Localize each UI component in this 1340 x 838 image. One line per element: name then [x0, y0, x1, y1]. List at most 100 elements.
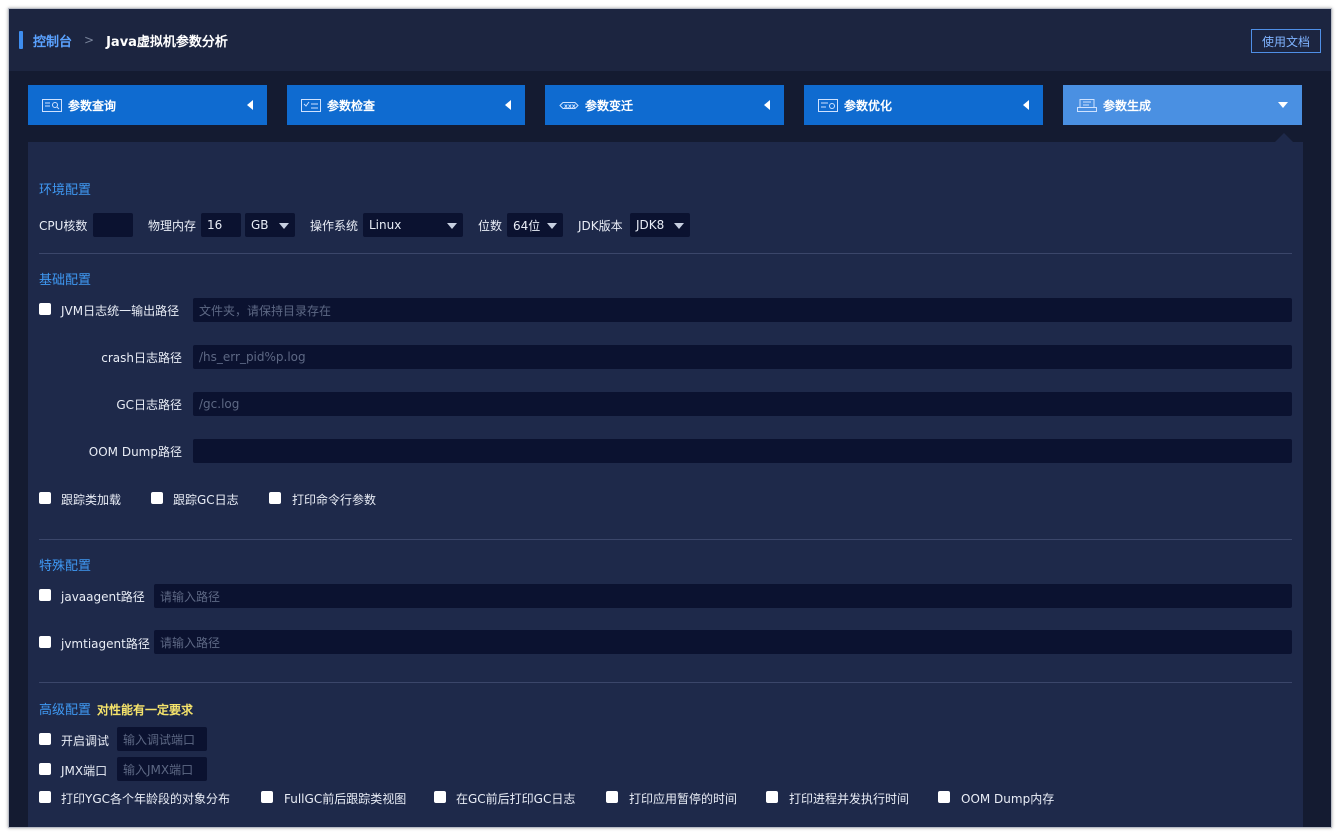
jdk-value: JDK8	[636, 218, 665, 232]
javaagent-label: javaagent路径	[61, 590, 145, 604]
section-title-advanced: 高级配置 对性能有一定要求	[39, 699, 193, 718]
page-title: Java虚拟机参数分析	[106, 34, 228, 50]
jvm-log-path-input[interactable]: 文件夹，请保持目录存在	[193, 298, 1292, 322]
tab-label: 参数优化	[844, 98, 893, 113]
cpu-cores-label: CPU核数	[39, 219, 88, 233]
memory-input[interactable]: 16	[201, 213, 241, 237]
chevron-left-icon	[247, 100, 253, 110]
debug-checkbox[interactable]	[39, 733, 51, 745]
optimize-icon	[818, 98, 838, 112]
oom-dump-path-input[interactable]	[193, 439, 1292, 463]
memory-label: 物理内存	[148, 219, 197, 233]
print-cmdline-label: 打印命令行参数	[292, 493, 377, 507]
divider	[39, 682, 1292, 683]
header-accent-bar	[19, 31, 23, 49]
jmx-port-placeholder: 输入JMX端口	[123, 762, 194, 777]
jmx-checkbox[interactable]	[39, 763, 51, 775]
print-cmdline-checkbox[interactable]	[269, 492, 281, 504]
caret-down-icon	[674, 223, 684, 229]
gc-log-placeholder: /gc.log	[199, 397, 240, 411]
chevron-down-icon	[1278, 102, 1288, 108]
docs-button[interactable]: 使用文档	[1251, 29, 1321, 53]
trace-class-loading-checkbox[interactable]	[39, 492, 51, 504]
debug-port-input[interactable]: 输入调试端口	[117, 727, 207, 751]
jvm-log-placeholder: 文件夹，请保持目录存在	[199, 303, 332, 318]
fullgc-class-histogram-label: FullGC前后跟踪类视图	[284, 792, 407, 806]
tab-param-optimize[interactable]: 参数优化	[804, 85, 1043, 125]
svg-text:xxx: xxx	[564, 103, 576, 110]
debug-port-placeholder: 输入调试端口	[123, 732, 196, 747]
section-title-env: 环境配置	[39, 183, 92, 198]
ygc-age-distribution-checkbox[interactable]	[39, 791, 51, 803]
chevron-left-icon	[1023, 100, 1029, 110]
function-tabs: 参数查询 参数检查 xxx 参数变迁 参数优化 参数生成	[28, 85, 1303, 125]
caret-down-icon	[279, 223, 289, 229]
javaagent-placeholder: 请输入路径	[160, 589, 221, 604]
os-label: 操作系统	[310, 219, 359, 233]
jdk-label: JDK版本	[578, 219, 623, 233]
tab-param-check[interactable]: 参数检查	[287, 85, 525, 125]
oom-dump-label: OOM Dump路径	[88, 445, 182, 459]
transition-icon: xxx	[559, 99, 579, 112]
cpu-cores-input[interactable]	[93, 213, 133, 237]
jdk-select[interactable]: JDK8	[630, 213, 690, 237]
trace-class-loading-label: 跟踪类加载	[61, 493, 122, 507]
tab-label: 参数生成	[1103, 98, 1152, 113]
print-app-stopped-time-checkbox[interactable]	[606, 791, 618, 803]
divider	[39, 253, 1292, 254]
tab-label: 参数变迁	[585, 98, 634, 113]
debug-label: 开启调试	[61, 734, 110, 748]
bits-select[interactable]: 64位	[507, 213, 563, 237]
search-doc-icon	[42, 98, 62, 112]
divider	[39, 539, 1292, 540]
advanced-note: 对性能有一定要求	[97, 703, 194, 717]
oom-dump-memory-checkbox[interactable]	[938, 791, 950, 803]
trace-gc-log-checkbox[interactable]	[151, 492, 163, 504]
tab-label: 参数检查	[327, 98, 376, 113]
jvm-log-checkbox[interactable]	[39, 303, 51, 315]
oom-dump-memory-label: OOM Dump内存	[961, 792, 1055, 806]
gc-log-path-input[interactable]: /gc.log	[193, 392, 1292, 416]
javaagent-path-input[interactable]: 请输入路径	[154, 584, 1292, 608]
app-window: 控制台 > Java虚拟机参数分析 使用文档 参数查询 参数检查 xxx 参数变…	[8, 8, 1332, 828]
memory-unit-value: GB	[251, 218, 269, 232]
jvmtiagent-path-input[interactable]: 请输入路径	[154, 630, 1292, 654]
bits-label: 位数	[478, 219, 503, 233]
header-bar: 控制台 > Java虚拟机参数分析 使用文档	[9, 9, 1331, 71]
print-concurrent-time-label: 打印进程并发执行时间	[789, 792, 910, 806]
print-app-stopped-time-label: 打印应用暂停的时间	[629, 792, 738, 806]
active-tab-pointer	[1275, 133, 1293, 142]
tab-param-query[interactable]: 参数查询	[28, 85, 267, 125]
breadcrumb-root-link[interactable]: 控制台	[33, 31, 72, 50]
jmx-label: JMX端口	[61, 764, 108, 778]
jvmtiagent-label: jvmtiagent路径	[61, 637, 150, 651]
trace-gc-log-label: 跟踪GC日志	[173, 493, 239, 507]
caret-down-icon	[447, 223, 457, 229]
jvmtiagent-placeholder: 请输入路径	[160, 635, 221, 650]
javaagent-checkbox[interactable]	[39, 589, 51, 601]
fullgc-class-histogram-checkbox[interactable]	[261, 791, 273, 803]
jvmtiagent-checkbox[interactable]	[39, 636, 51, 648]
section-title-basic: 基础配置	[39, 273, 92, 288]
print-gc-before-after-label: 在GC前后打印GC日志	[456, 792, 576, 806]
checklist-icon	[301, 98, 321, 112]
advanced-title: 高级配置	[39, 703, 92, 718]
tab-param-generate[interactable]: 参数生成	[1063, 85, 1302, 125]
jvm-log-label: JVM日志统一输出路径	[61, 304, 180, 318]
section-title-special: 特殊配置	[39, 559, 92, 574]
ygc-age-distribution-label: 打印YGC各个年龄段的对象分布	[61, 792, 231, 806]
print-concurrent-time-checkbox[interactable]	[766, 791, 778, 803]
crash-log-path-input[interactable]: /hs_err_pid%p.log	[193, 345, 1292, 369]
tab-param-transition[interactable]: xxx 参数变迁	[545, 85, 784, 125]
memory-unit-select[interactable]: GB	[245, 213, 295, 237]
breadcrumb-separator: >	[84, 33, 95, 47]
crash-log-label: crash日志路径	[101, 351, 182, 365]
print-gc-before-after-checkbox[interactable]	[434, 791, 446, 803]
jmx-port-input[interactable]: 输入JMX端口	[117, 757, 207, 781]
tab-label: 参数查询	[68, 98, 117, 113]
os-value: Linux	[369, 218, 402, 232]
chevron-left-icon	[764, 100, 770, 110]
caret-down-icon	[547, 223, 557, 229]
param-generate-panel: 环境配置 CPU核数 物理内存 16 GB 操作系统 Linux 位数 64位 …	[28, 142, 1303, 827]
os-select[interactable]: Linux	[363, 213, 463, 237]
